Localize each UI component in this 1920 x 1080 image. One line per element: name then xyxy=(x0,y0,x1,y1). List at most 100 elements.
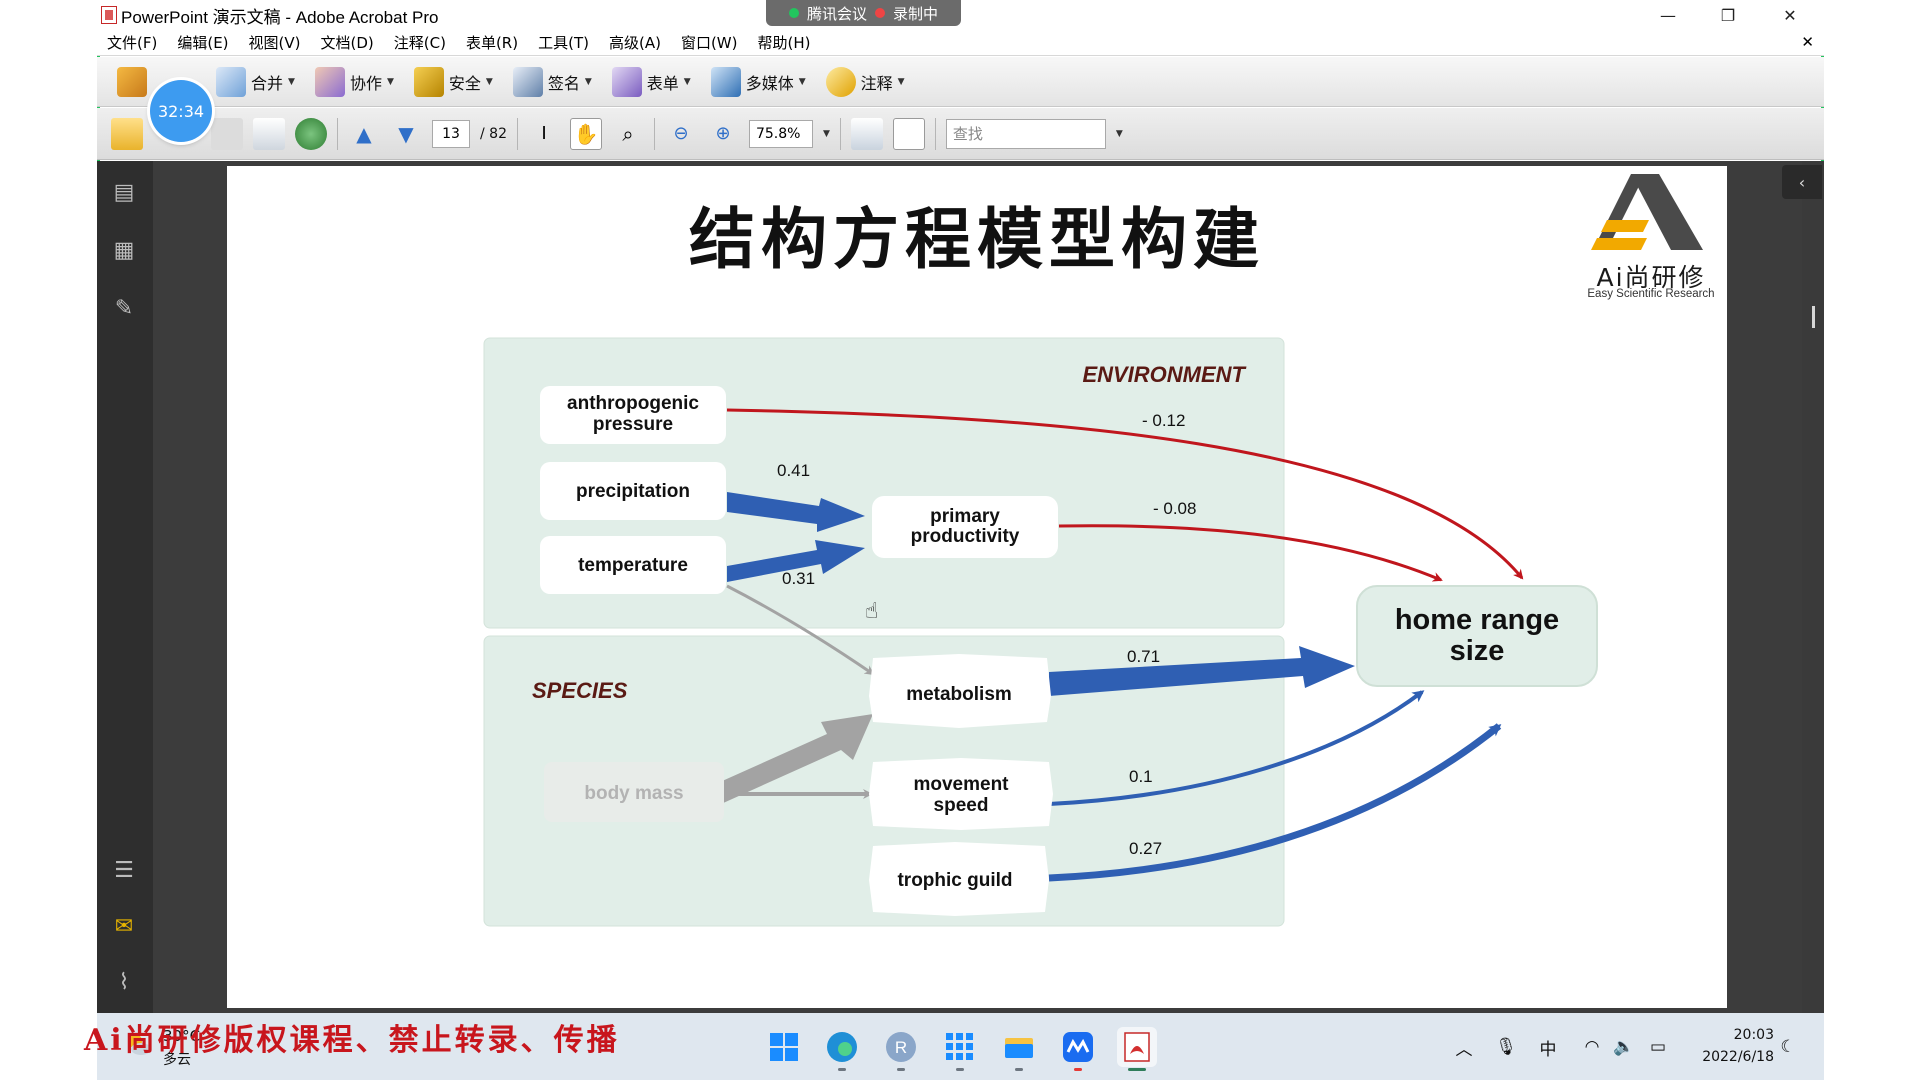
recording-dot-icon xyxy=(875,8,885,18)
chevron-down-icon: ▼ xyxy=(584,76,592,87)
menu-view[interactable]: 视图(V) xyxy=(239,32,311,53)
collaborate-icon xyxy=(314,66,345,97)
comment-icon xyxy=(825,66,856,97)
home-range-text-2: size xyxy=(1450,635,1505,667)
pages-icon[interactable]: ▤ xyxy=(109,177,139,207)
menu-advanced[interactable]: 高级(A) xyxy=(599,32,671,53)
collaborate-button[interactable]: 协作 ▼ xyxy=(309,63,400,101)
windows-icon xyxy=(770,1033,798,1061)
menu-document[interactable]: 文档(D) xyxy=(311,32,384,53)
metabolism-text: metabolism xyxy=(906,684,1012,705)
secure-button[interactable]: 安全 ▼ xyxy=(408,63,499,101)
chevron-down-icon[interactable]: ▼ xyxy=(1116,129,1123,139)
menu-window[interactable]: 窗口(W) xyxy=(671,32,748,53)
comment-button[interactable]: 注释 ▼ xyxy=(820,63,911,101)
scrollbar-thumb[interactable] xyxy=(1812,306,1815,328)
meeting-running-indicator xyxy=(1074,1068,1082,1071)
show-hidden-icons[interactable]: ︿ xyxy=(1450,1033,1478,1061)
chevron-down-icon: ▼ xyxy=(386,76,394,87)
hand-tool-icon[interactable]: ✋ xyxy=(569,117,602,150)
toolbar-separator xyxy=(934,117,936,150)
battery-icon[interactable]: ▭ xyxy=(1644,1033,1672,1061)
toolbar-separator xyxy=(516,117,518,150)
app-grid[interactable] xyxy=(940,1027,980,1067)
anthropogenic-text-1: anthropogenic xyxy=(567,393,699,414)
temperature-text: temperature xyxy=(578,555,688,576)
merge-icon xyxy=(216,66,247,97)
comment-label: 注释 xyxy=(860,73,893,93)
r-running-indicator xyxy=(897,1068,905,1071)
menu-file[interactable]: 文件(F) xyxy=(97,32,167,53)
zoom-level-input[interactable]: 75.8% xyxy=(748,119,813,148)
fit-width-icon[interactable] xyxy=(850,117,883,150)
layers-icon[interactable]: ☰ xyxy=(109,855,139,885)
tencent-meeting-app[interactable] xyxy=(1058,1027,1098,1067)
select-text-icon[interactable]: I xyxy=(528,118,560,150)
forms-button[interactable]: 表单 ▼ xyxy=(606,63,697,101)
meeting-timer[interactable]: 32:34 xyxy=(150,80,212,142)
attachments-icon[interactable]: ⌇ xyxy=(109,967,139,997)
multimedia-icon xyxy=(710,66,741,97)
anthropogenic-text-2: pressure xyxy=(593,414,673,435)
previous-page-icon[interactable]: ▲ xyxy=(348,118,380,150)
edge-browser-icon xyxy=(827,1032,857,1062)
toolbar-separator xyxy=(653,117,655,150)
search-input[interactable]: 查找 xyxy=(945,118,1106,149)
chevron-down-icon[interactable]: ▼ xyxy=(823,129,830,139)
file-explorer-app[interactable] xyxy=(999,1027,1039,1067)
comments-icon[interactable]: ✉ xyxy=(109,911,139,941)
open-folder-icon[interactable] xyxy=(111,117,143,150)
page-number-input[interactable]: 13 xyxy=(432,119,470,148)
menu-help[interactable]: 帮助(H) xyxy=(747,32,820,53)
next-page-icon[interactable]: ▼ xyxy=(390,118,422,150)
right-scroll-area[interactable] xyxy=(1802,161,1824,1013)
document-close-icon[interactable]: ✕ xyxy=(1801,33,1814,51)
acrobat-icon xyxy=(1124,1032,1150,1062)
wifi-icon[interactable]: ◠ xyxy=(1578,1033,1606,1061)
clock-time[interactable]: 20:03 xyxy=(1714,1027,1774,1043)
microphone-icon[interactable]: 🎙 xyxy=(1492,1033,1520,1061)
email-icon[interactable] xyxy=(253,117,285,150)
node-precipitation: precipitation xyxy=(540,462,726,520)
chevron-left-icon[interactable]: ‹ xyxy=(1782,165,1822,199)
menu-tools[interactable]: 工具(T) xyxy=(528,32,599,53)
clock-date[interactable]: 2022/6/18 xyxy=(1680,1049,1774,1065)
save-icon[interactable] xyxy=(211,117,243,150)
window-title: PowerPoint 演示文稿 - Adobe Acrobat Pro xyxy=(121,7,439,27)
close-button[interactable]: ✕ xyxy=(1760,0,1820,30)
body-mass-text: body mass xyxy=(584,783,683,804)
acrobat-app[interactable] xyxy=(1117,1027,1157,1067)
svg-text:R: R xyxy=(895,1038,907,1057)
collaborate-label: 协作 xyxy=(349,73,382,93)
r-app[interactable]: R xyxy=(881,1027,921,1067)
fit-page-icon[interactable] xyxy=(892,117,925,150)
notifications-icon[interactable]: ☾ xyxy=(1774,1033,1802,1061)
bookmarks-icon[interactable]: ▦ xyxy=(109,235,139,265)
precipitation-text: precipitation xyxy=(576,481,690,502)
edge-app[interactable] xyxy=(822,1027,862,1067)
restore-button[interactable]: ❐ xyxy=(1698,0,1758,30)
home-range-text-1: home range xyxy=(1395,604,1559,636)
zoom-tool-icon[interactable]: ⌕ xyxy=(612,118,644,150)
menu-edit[interactable]: 编辑(E) xyxy=(167,32,238,53)
menu-forms[interactable]: 表单(R) xyxy=(456,32,528,53)
share-globe-icon[interactable] xyxy=(295,117,327,150)
merge-button[interactable]: 合并 ▼ xyxy=(210,63,301,101)
ime-indicator[interactable]: 中 xyxy=(1534,1033,1562,1061)
zoom-out-icon[interactable]: ⊖ xyxy=(665,118,697,150)
sign-button[interactable]: 签名 ▼ xyxy=(507,63,598,101)
meeting-recording-badge[interactable]: 腾讯会议 录制中 xyxy=(766,0,961,26)
coef-anthropogenic-home: - 0.12 xyxy=(1142,411,1185,430)
r-language-icon: R xyxy=(886,1032,916,1062)
app-grid-icon xyxy=(946,1033,973,1060)
start-button[interactable] xyxy=(764,1027,804,1067)
merge-label: 合并 xyxy=(251,73,284,93)
volume-icon[interactable]: 🔈 xyxy=(1610,1033,1638,1061)
menu-comments[interactable]: 注释(C) xyxy=(384,32,456,53)
zoom-in-icon[interactable]: ⊕ xyxy=(707,118,739,150)
multimedia-button[interactable]: 多媒体 ▼ xyxy=(705,63,812,101)
signatures-icon[interactable]: ✎ xyxy=(109,293,139,323)
coef-trophic-home: 0.27 xyxy=(1129,839,1162,858)
page-total: / 82 xyxy=(480,125,507,142)
minimize-button[interactable]: — xyxy=(1638,0,1698,30)
